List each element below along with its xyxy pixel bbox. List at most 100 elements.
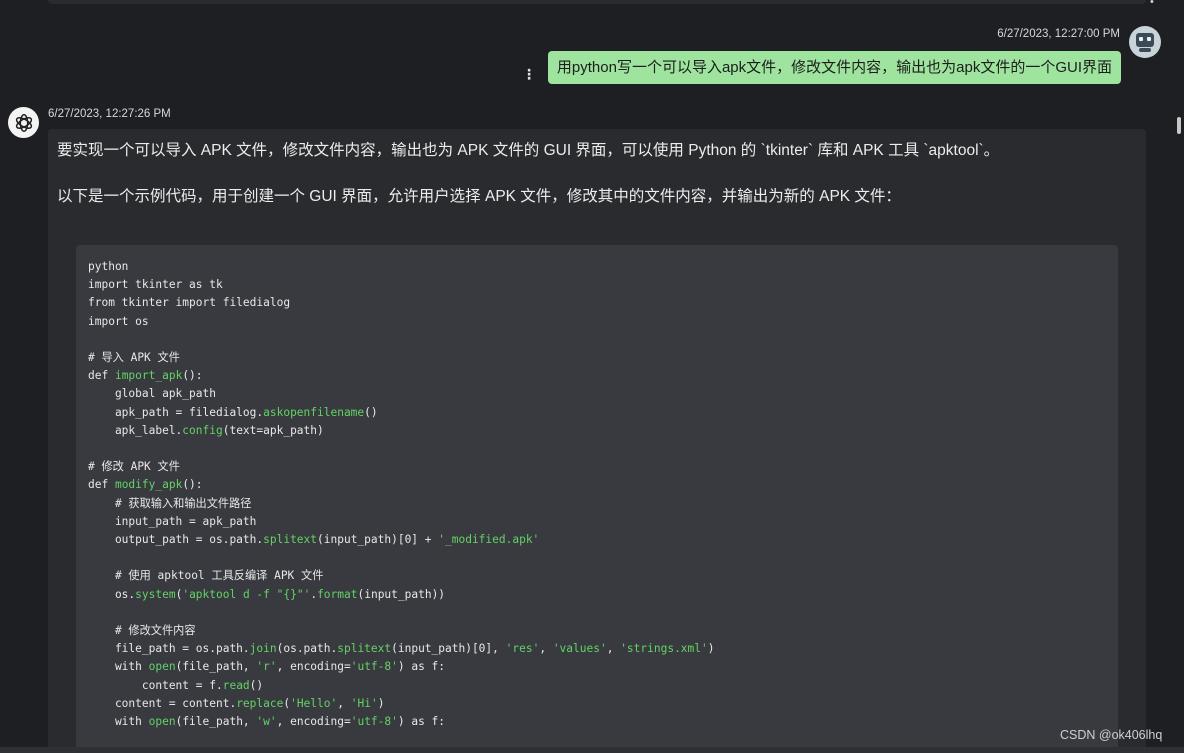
code-token: ) as f:	[397, 715, 446, 729]
code-token: from tkinter import filedialog	[88, 296, 291, 310]
code-token: )	[377, 696, 385, 710]
code-line: input_path = apk_path	[88, 513, 715, 531]
scrollbar-thumb[interactable]	[1177, 117, 1181, 134]
code-line: # 导入 APK 文件	[88, 349, 715, 367]
code-token: def	[88, 478, 115, 492]
code-text: python import tkinter as tk from tkinter i…	[88, 258, 715, 731]
code-token: ()	[249, 678, 264, 692]
code-token: 'Hello'	[290, 696, 338, 710]
code-token: # 获取输入和输出文件路径	[88, 496, 252, 510]
code-token: askopenfilename	[263, 405, 365, 419]
bot-paragraph-intro: 要实现一个可以导入 APK 文件，修改文件内容，输出也为 APK 文件的 GUI…	[57, 142, 1000, 159]
code-line: # 修改 APK 文件	[88, 458, 715, 476]
kebab-menu-icon[interactable]: ⋮	[522, 67, 536, 81]
code-token: (text=apk_path)	[222, 423, 324, 437]
code-token: output_path = os.path.	[88, 533, 264, 547]
code-line: def modify_apk():	[88, 476, 715, 494]
code-token: config	[182, 423, 223, 437]
code-line: file_path = os.path.join(os.path.splitex…	[88, 640, 715, 658]
bot-message-timestamp: 6/27/2023, 12:27:26 PM	[48, 108, 171, 120]
code-token: import_apk	[114, 369, 183, 383]
top-menu-dot-icon[interactable]: •	[1150, 0, 1154, 8]
code-token: splitext	[263, 533, 318, 547]
code-token: (file_path,	[175, 660, 257, 674]
user-message-bubble: 用python写一个可以导入apk文件，修改文件内容，输出也为apk文件的一个G…	[547, 51, 1121, 84]
openai-logo-icon	[8, 107, 39, 138]
code-token: ,	[539, 642, 553, 656]
code-line: content = content.replace('Hello', 'Hi')	[88, 695, 715, 713]
code-token: (input_path)[0],	[391, 642, 506, 656]
code-token: apk_label.	[88, 423, 183, 437]
code-token: 'w'	[256, 715, 277, 729]
code-line: output_path = os.path.splitext(input_pat…	[88, 531, 715, 549]
code-token: open	[148, 715, 176, 729]
code-token: , encoding=	[276, 660, 351, 674]
code-token: 'apktool d -f "{}"'	[182, 587, 311, 601]
bot-paragraph-description: 以下是一个示例代码，用于创建一个 GUI 界面，允许用户选择 APK 文件，修改…	[57, 188, 901, 205]
code-token: 'utf-8'	[350, 660, 398, 674]
code-line: content = f.read()	[88, 677, 715, 695]
code-token: content = f.	[88, 678, 223, 692]
code-token: ():	[182, 478, 203, 492]
user-robot-avatar-icon	[1129, 26, 1161, 58]
code-token: input_path = apk_path	[88, 514, 257, 528]
code-token: with	[88, 715, 149, 729]
code-line: with open(file_path, 'w', encoding='utf-…	[88, 713, 715, 731]
code-token: 'values'	[552, 642, 607, 656]
code-line: global apk_path	[88, 385, 715, 403]
code-line: # 获取输入和输出文件路径	[88, 495, 715, 513]
bot-message-card: 要实现一个可以导入 APK 文件，修改文件内容，输出也为 APK 文件的 GUI…	[48, 129, 1146, 753]
code-token: # 导入 APK 文件	[88, 351, 180, 365]
watermark: CSDN @ok406lhq	[1060, 728, 1163, 742]
code-token: ()	[364, 405, 378, 419]
code-token: import os	[88, 314, 149, 328]
code-token: join	[249, 642, 277, 656]
code-line: apk_path = filedialog.askopenfilename()	[88, 404, 715, 422]
code-token: def	[88, 369, 115, 383]
code-token: content = content.	[88, 696, 237, 710]
code-line: with open(file_path, 'r', encoding='utf-…	[88, 658, 715, 676]
code-line: os.system('apktool d -f "{}"'.format(inp…	[88, 586, 715, 604]
code-token: (input_path))	[357, 587, 446, 601]
code-token: file_path = os.path.	[88, 642, 250, 656]
code-token: 'Hi'	[350, 696, 378, 710]
code-token: open	[148, 660, 176, 674]
user-message-timestamp: 6/27/2023, 12:27:00 PM	[997, 28, 1120, 40]
code-token: (file_path,	[175, 715, 257, 729]
code-line: import os	[88, 313, 715, 331]
code-token: # 修改 APK 文件	[88, 460, 180, 474]
code-token: splitext	[337, 642, 392, 656]
code-token: system	[135, 587, 176, 601]
code-line: from tkinter import filedialog	[88, 294, 715, 312]
scrollbar[interactable]	[1176, 0, 1184, 753]
code-token: python	[88, 260, 129, 273]
code-token: ():	[182, 369, 203, 383]
code-token: import tkinter as tk	[88, 278, 223, 292]
code-line: # 修改文件内容	[88, 622, 715, 640]
code-line: import tkinter as tk	[88, 276, 715, 294]
code-line: # 使用 apktool 工具反编译 APK 文件	[88, 567, 715, 585]
code-token: read	[222, 678, 250, 692]
code-token: modify_apk	[114, 478, 183, 492]
bottom-bar	[0, 747, 1184, 753]
code-block: python import tkinter as tk from tkinter i…	[76, 245, 1118, 753]
code-token: '_modified.apk'	[438, 533, 540, 547]
code-token: 'strings.xml'	[620, 642, 708, 656]
code-token: ,	[337, 696, 351, 710]
code-token: replace	[236, 696, 284, 710]
code-line: def import_apk():	[88, 367, 715, 385]
code-token: apk_path = filedialog.	[88, 405, 264, 419]
code-token: 'utf-8'	[350, 715, 398, 729]
code-line: python	[88, 258, 715, 276]
code-token: , encoding=	[276, 715, 351, 729]
code-token: )	[707, 642, 715, 656]
code-token: # 使用 apktool 工具反编译 APK 文件	[88, 569, 324, 583]
code-token: format	[317, 587, 358, 601]
code-token: (os.path.	[276, 642, 338, 656]
previous-message-card	[48, 0, 1146, 4]
code-token: with	[88, 660, 149, 674]
